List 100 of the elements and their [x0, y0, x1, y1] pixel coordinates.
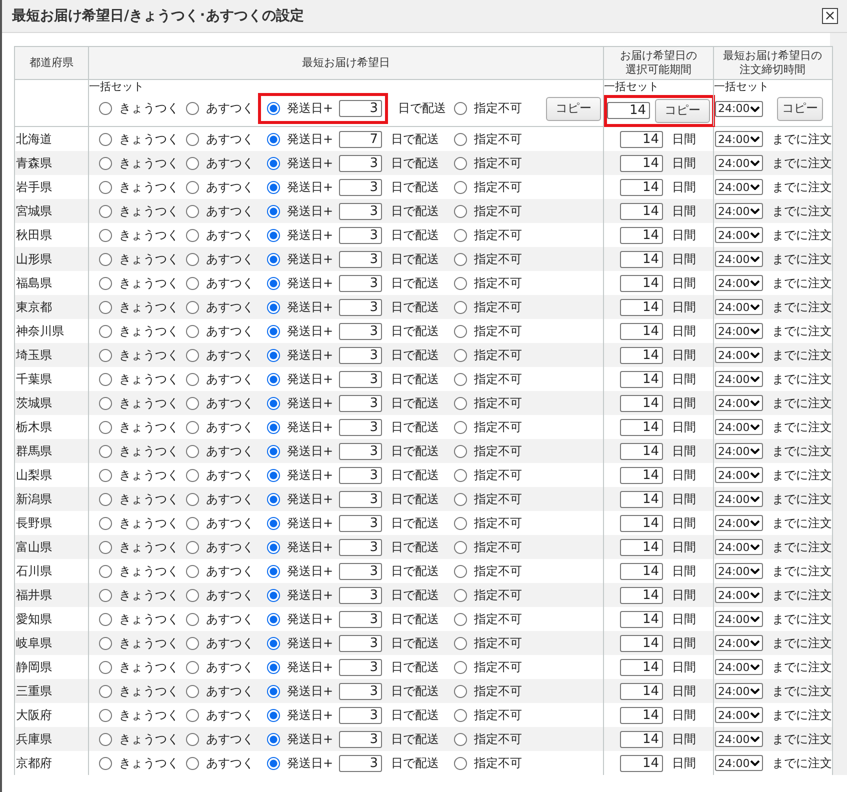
days-field[interactable]: 3 — [339, 658, 382, 676]
time-select[interactable]: 24:00 — [715, 299, 763, 315]
days-field[interactable]: 3 — [339, 682, 382, 700]
days-field[interactable]: 3 — [339, 466, 382, 484]
radio-button[interactable] — [454, 588, 467, 602]
radio-button[interactable] — [267, 588, 280, 602]
days-field[interactable]: 3 — [339, 322, 382, 340]
radio-button[interactable] — [186, 564, 199, 578]
days-field[interactable]: 3 — [339, 394, 382, 412]
radio-button[interactable] — [186, 324, 199, 338]
period-field[interactable]: 14 — [620, 418, 663, 436]
radio-button[interactable] — [99, 540, 112, 554]
time-select[interactable]: 24:00 — [715, 731, 763, 747]
radio-button[interactable] — [186, 396, 199, 410]
days-field[interactable]: 3 — [339, 100, 382, 117]
radio-button[interactable] — [454, 540, 467, 554]
period-field[interactable]: 14 — [620, 322, 663, 340]
days-field[interactable]: 3 — [339, 754, 382, 772]
time-select[interactable]: 24:00 — [715, 563, 763, 579]
radio-button[interactable] — [267, 396, 280, 410]
radio-button[interactable] — [454, 732, 467, 746]
days-field[interactable]: 3 — [339, 370, 382, 388]
radio-button[interactable] — [267, 132, 280, 146]
days-field[interactable]: 3 — [339, 202, 382, 220]
radio-button[interactable] — [99, 252, 112, 266]
period-field[interactable]: 14 — [620, 154, 663, 172]
radio-button[interactable] — [99, 444, 112, 458]
time-select[interactable]: 24:00 — [715, 179, 763, 195]
radio-button[interactable] — [454, 348, 467, 362]
radio-button[interactable] — [186, 348, 199, 362]
period-field[interactable]: 14 — [620, 562, 663, 580]
radio-button[interactable] — [186, 660, 199, 674]
period-field[interactable]: 14 — [620, 226, 663, 244]
time-select[interactable]: 24:00 — [715, 611, 763, 627]
radio-button[interactable] — [186, 756, 199, 770]
days-field[interactable]: 3 — [339, 562, 382, 580]
radio-button[interactable] — [267, 252, 280, 266]
radio-button[interactable] — [99, 156, 112, 170]
radio-button[interactable] — [99, 708, 112, 722]
radio-button[interactable] — [454, 660, 467, 674]
radio-button[interactable] — [454, 132, 467, 146]
radio-button[interactable] — [99, 102, 112, 115]
radio-button[interactable] — [186, 612, 199, 626]
radio-button[interactable] — [454, 102, 467, 115]
time-select[interactable]: 24:00 — [715, 323, 763, 339]
radio-button[interactable] — [454, 228, 467, 242]
time-select[interactable]: 24:00 — [715, 683, 763, 699]
radio-button[interactable] — [186, 276, 199, 290]
radio-button[interactable] — [99, 564, 112, 578]
time-select[interactable]: 24:00 — [715, 155, 763, 171]
radio-button[interactable] — [267, 372, 280, 386]
time-select[interactable]: 24:00 — [715, 755, 763, 771]
radio-button[interactable] — [186, 468, 199, 482]
radio-button[interactable] — [267, 492, 280, 506]
time-select[interactable]: 24:00 — [715, 371, 763, 387]
radio-button[interactable] — [267, 276, 280, 290]
radio-button[interactable] — [186, 102, 199, 115]
days-field[interactable]: 3 — [339, 226, 382, 244]
radio-button[interactable] — [99, 732, 112, 746]
radio-button[interactable] — [99, 516, 112, 530]
days-field[interactable]: 3 — [339, 538, 382, 556]
radio-button[interactable] — [99, 228, 112, 242]
time-select[interactable]: 24:00 — [715, 539, 763, 555]
time-select[interactable]: 24:00 — [715, 659, 763, 675]
radio-button[interactable] — [454, 276, 467, 290]
radio-button[interactable] — [267, 612, 280, 626]
radio-button[interactable] — [267, 660, 280, 674]
radio-button[interactable] — [186, 540, 199, 554]
period-field[interactable]: 14 — [620, 250, 663, 268]
radio-button[interactable] — [267, 684, 280, 698]
radio-button[interactable] — [186, 516, 199, 530]
radio-button[interactable] — [186, 228, 199, 242]
radio-button[interactable] — [267, 180, 280, 194]
period-field[interactable]: 14 — [620, 202, 663, 220]
radio-button[interactable] — [454, 684, 467, 698]
radio-button[interactable] — [99, 204, 112, 218]
time-select[interactable]: 24:00 — [715, 395, 763, 411]
radio-button[interactable] — [267, 102, 280, 115]
period-field[interactable]: 14 — [620, 466, 663, 484]
time-select[interactable]: 24:00 — [715, 707, 763, 723]
days-field[interactable]: 3 — [339, 706, 382, 724]
period-field[interactable]: 14 — [620, 442, 663, 460]
radio-button[interactable] — [267, 564, 280, 578]
radio-button[interactable] — [267, 156, 280, 170]
radio-button[interactable] — [99, 660, 112, 674]
radio-button[interactable] — [99, 612, 112, 626]
radio-button[interactable] — [99, 492, 112, 506]
time-select[interactable]: 24:00 — [715, 587, 763, 603]
radio-button[interactable] — [186, 492, 199, 506]
radio-button[interactable] — [267, 348, 280, 362]
radio-button[interactable] — [99, 420, 112, 434]
radio-button[interactable] — [99, 180, 112, 194]
radio-button[interactable] — [454, 636, 467, 650]
period-field[interactable]: 14 — [620, 298, 663, 316]
radio-button[interactable] — [454, 324, 467, 338]
period-field[interactable]: 14 — [620, 370, 663, 388]
copy-button[interactable]: コピー — [655, 98, 710, 122]
days-field[interactable]: 3 — [339, 490, 382, 508]
period-field[interactable]: 14 — [620, 658, 663, 676]
days-field[interactable]: 3 — [339, 154, 382, 172]
